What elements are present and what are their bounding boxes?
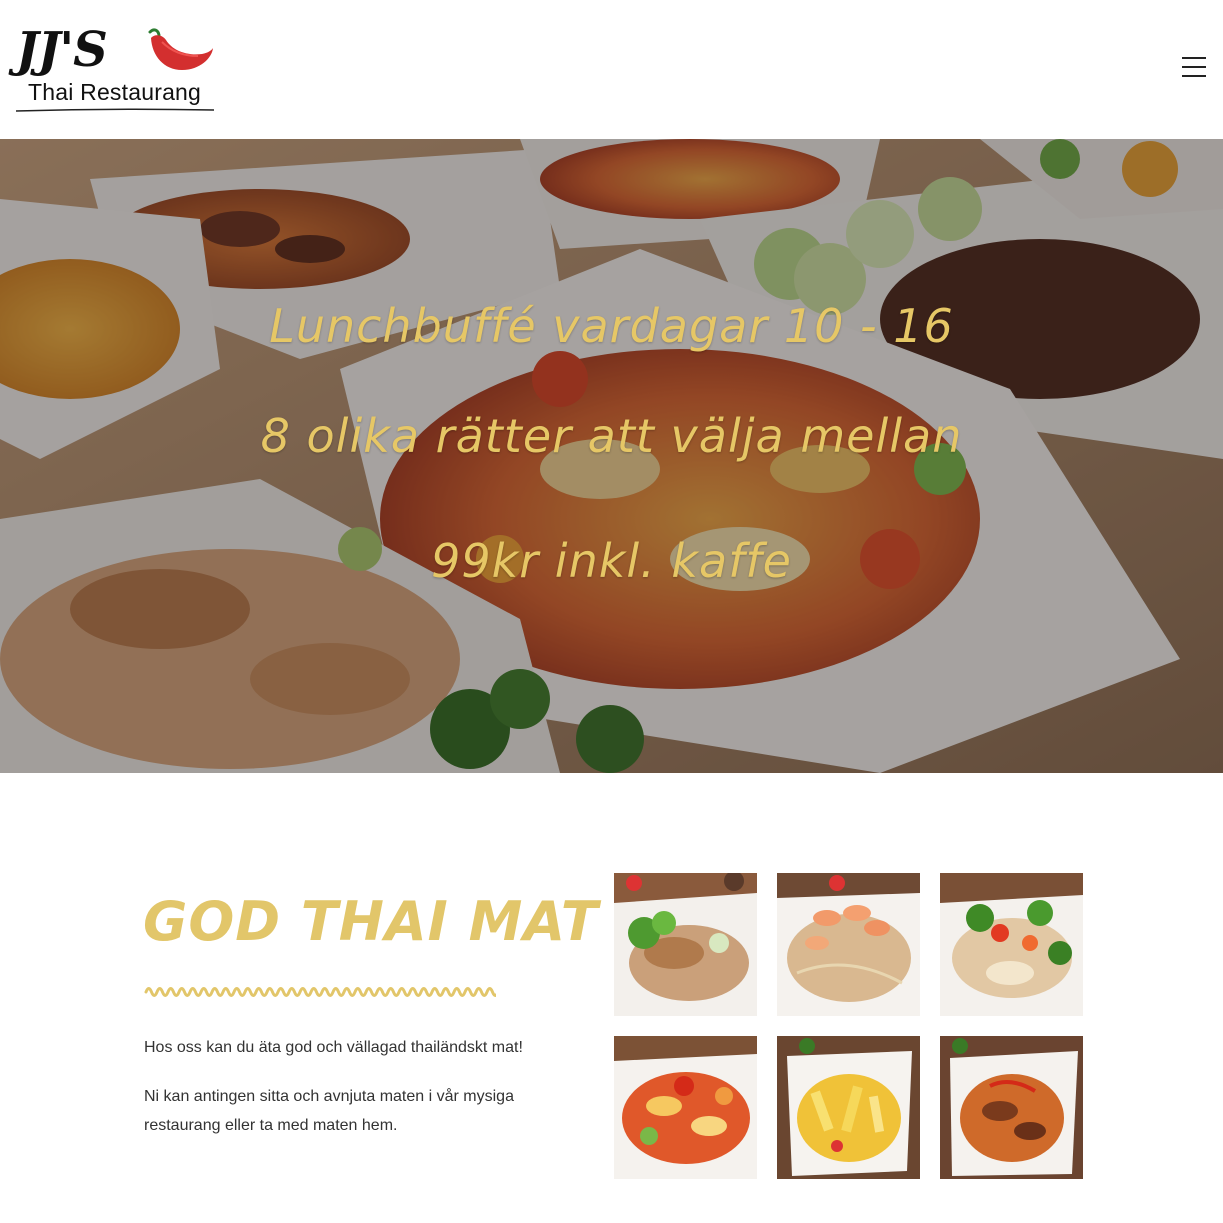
yellow-curry-image — [777, 1036, 920, 1179]
decorative-squiggle — [144, 987, 496, 997]
logo-mark: JJ'S — [16, 22, 108, 78]
site-logo[interactable]: JJ'S Thai Restaurang — [14, 22, 216, 114]
logo-subtitle: Thai Restaurang — [28, 79, 202, 105]
gallery-tile-chicken-vegetables[interactable] — [940, 873, 1083, 1016]
intro-paragraph: Hos oss kan du äta god och vällagad thai… — [144, 1039, 523, 1056]
gallery-tile-yellow-curry[interactable] — [777, 1036, 920, 1179]
hero-banner: Lunchbuffé vardagar 10 - 16 8 olika rätt… — [0, 139, 1223, 773]
hero-line-dishes: 8 olika rätter att välja mellan — [260, 409, 963, 463]
chicken-vegetable-image — [940, 873, 1083, 1016]
hamburger-menu-icon[interactable] — [1182, 57, 1206, 79]
chili-pepper-icon — [148, 28, 213, 70]
section-title: GOD THAI MAT — [143, 890, 599, 953]
gallery-tile-chicken-stir-fry[interactable] — [614, 873, 757, 1016]
hero-line-hours: Lunchbuffé vardagar 10 - 16 — [269, 299, 954, 353]
site-header: JJ'S Thai Restaurang — [0, 0, 1223, 139]
shrimp-noodles-image — [777, 873, 920, 1016]
sweet-sour-image — [614, 1036, 757, 1179]
hero-line-price: 99kr inkl. kaffe — [431, 534, 792, 588]
gallery-tile-red-curry[interactable] — [940, 1036, 1083, 1179]
gallery-tile-sweet-sour[interactable] — [614, 1036, 757, 1179]
logo-underline — [16, 108, 214, 112]
description-paragraph: Ni kan antingen sitta och avnjuta maten … — [144, 1088, 514, 1134]
gallery-tile-shrimp-noodles[interactable] — [777, 873, 920, 1016]
red-curry-image — [940, 1036, 1083, 1179]
chicken-stir-fry-image — [614, 873, 757, 1016]
